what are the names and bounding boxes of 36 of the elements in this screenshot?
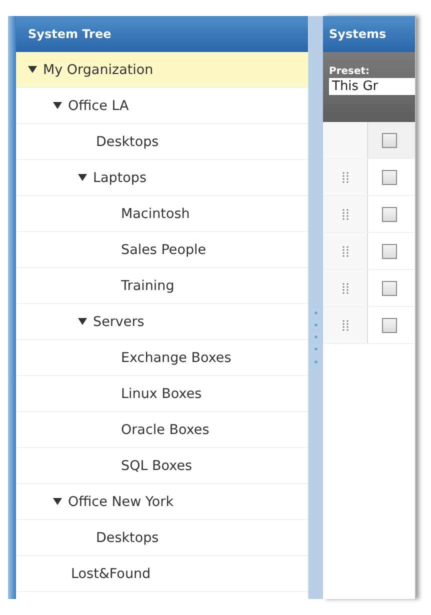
checkbox[interactable]: [382, 206, 397, 222]
tree-item[interactable]: Macintosh: [16, 196, 308, 232]
tree-item[interactable]: Laptops: [16, 160, 308, 196]
grip-icon[interactable]: [314, 310, 318, 366]
tree-item[interactable]: Training: [16, 268, 308, 304]
checkbox[interactable]: [382, 170, 397, 184]
checkbox[interactable]: [382, 280, 397, 296]
tree-item[interactable]: Desktops: [16, 124, 308, 160]
caret-down-icon[interactable]: [28, 65, 37, 74]
caret-down-icon[interactable]: [78, 173, 87, 182]
drag-handle-icon[interactable]: [342, 246, 348, 256]
tree-item[interactable]: Lost&Found: [16, 556, 308, 592]
drag-handle-icon[interactable]: [342, 208, 348, 220]
checkbox[interactable]: [382, 244, 397, 258]
tree-item[interactable]: Sales People: [16, 232, 308, 268]
drag-handle-icon[interactable]: [342, 282, 348, 294]
tree-item[interactable]: Exchange Boxes: [16, 340, 308, 376]
caret-down-icon[interactable]: [78, 317, 87, 326]
panel-title: Systems: [323, 16, 415, 52]
drag-handle-icon[interactable]: [342, 320, 348, 330]
preset-label: Preset:: [329, 66, 371, 77]
caret-down-icon[interactable]: [53, 497, 62, 506]
tree-item[interactable]: SQL Boxes: [16, 448, 308, 484]
tree-item[interactable]: Oracle Boxes: [16, 412, 308, 448]
tree-item[interactable]: Office New York: [16, 484, 308, 520]
tree-item[interactable]: Servers: [16, 304, 308, 340]
checkbox[interactable]: [382, 132, 397, 148]
tree-item[interactable]: My Organization: [16, 52, 308, 88]
tree-item[interactable]: Linux Boxes: [16, 376, 308, 412]
caret-down-icon[interactable]: [53, 101, 62, 110]
tree-item[interactable]: Office LA: [16, 88, 308, 124]
panel-title: System Tree: [16, 16, 308, 52]
drag-handle-icon[interactable]: [342, 172, 348, 182]
preset-dropdown[interactable]: This Gr: [329, 78, 415, 95]
tree-item[interactable]: Desktops: [16, 520, 308, 556]
checkbox[interactable]: [382, 318, 397, 332]
